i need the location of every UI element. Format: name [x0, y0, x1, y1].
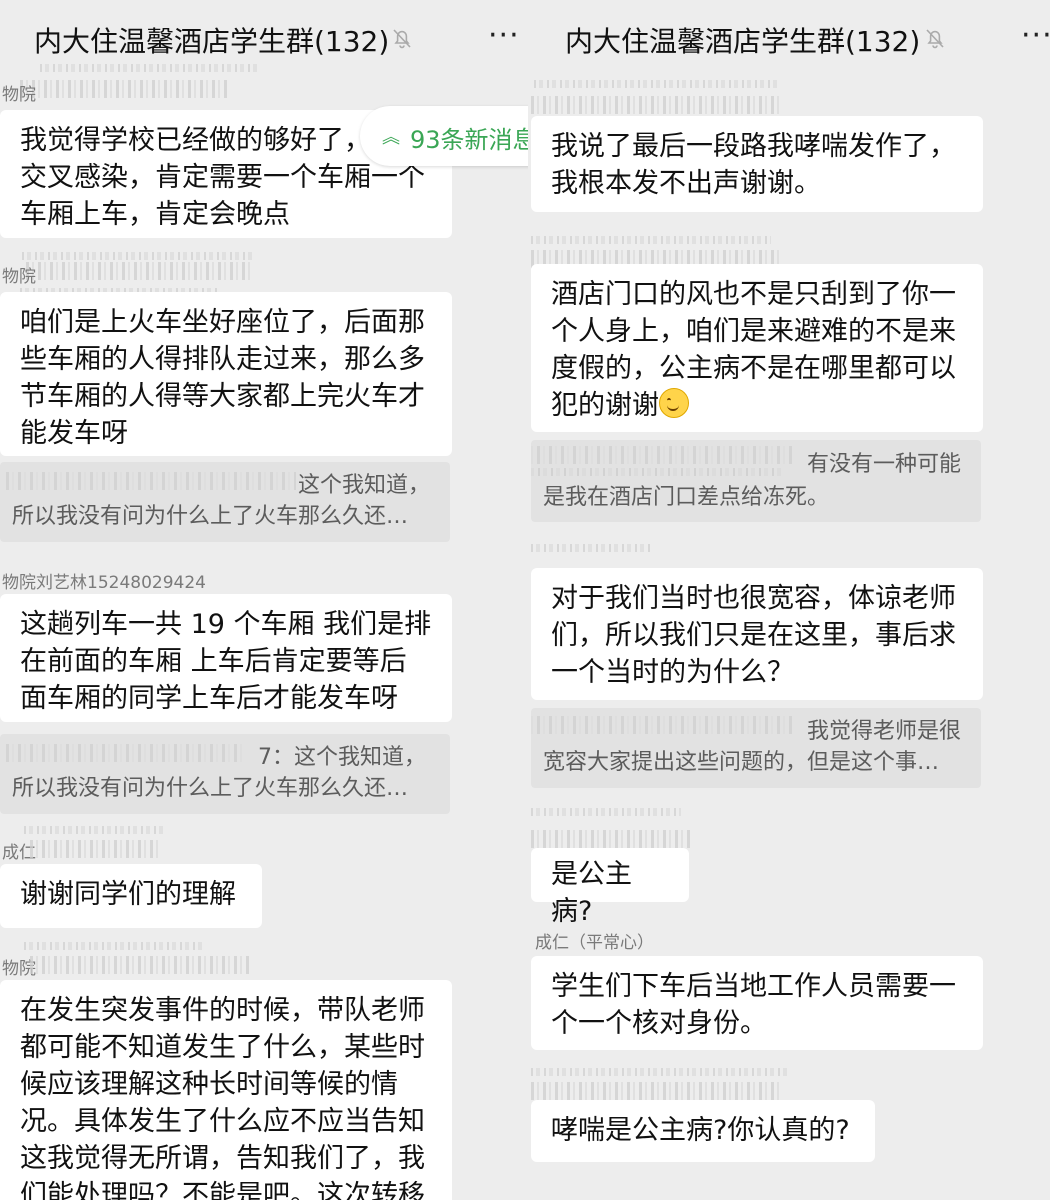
chat-header: 内大住温馨酒店学生群(132) ···	[531, 0, 1050, 72]
message-bubble[interactable]: 学生们下车后当地工作人员需要一个一个核对身份。	[531, 956, 983, 1050]
more-dots-icon[interactable]: ···	[488, 18, 520, 53]
chat-title: 内大住温馨酒店学生群(132)	[34, 25, 390, 58]
message-bubble[interactable]: 哮喘是公主病?你认真的?	[531, 1100, 875, 1162]
message-sender: 物院	[2, 267, 36, 287]
quoted-message[interactable]: 7：这个我知道，所以我没有问为什么上了火车那么久还…	[0, 734, 450, 814]
chat-panel-right: 内大住温馨酒店学生群(132) ··· 我说了最后一段路我哮喘发作了，我根本发不…	[531, 0, 1050, 1200]
message-bubble[interactable]: 这趟列车一共 19 个车厢 我们是排在前面的车厢 上车后肯定要等后面车厢的同学上…	[0, 594, 452, 722]
quote-text: 7：这个我知道，所以我没有问为什么上了火车那么久还…	[12, 745, 426, 801]
message-bubble[interactable]: 是公主病?	[531, 848, 689, 927]
message-text: 酒店门口的风也不是只刮到了你一个人身上，咱们是来避难的不是来度假的，公主病不是在…	[551, 279, 956, 421]
quoted-message[interactable]: 我觉得老师是很宽容大家提出这些问题的，但是这个事…	[531, 708, 981, 788]
chat-panel-left: 内大住温馨酒店学生群(132) ··· 物院 我觉得学校已经做的够好了，避免交叉…	[0, 0, 528, 1200]
message-bubble[interactable]: 咱们是上火车坐好座位了，后面那些车厢的人得排队走过来，那么多节车厢的人得等大家都…	[0, 292, 452, 456]
message-bubble[interactable]: 我说了最后一段路我哮喘发作了，我根本发不出声谢谢。	[531, 116, 983, 212]
quoted-message[interactable]: 这个我知道，所以我没有问为什么上了火车那么久还…	[0, 462, 450, 542]
message-bubble[interactable]: 在发生突发事件的时候，带队老师都可能不知道发生了什么，某些时候应该理解这种长时间…	[0, 980, 452, 1200]
message-bubble[interactable]: 谢谢同学们的理解	[0, 864, 262, 928]
bell-off-icon[interactable]	[923, 26, 947, 50]
new-messages-label: 93条新消息	[410, 126, 528, 154]
smile-emoji-icon	[659, 388, 689, 418]
quote-text: 这个我知道，所以我没有问为什么上了火车那么久还…	[12, 473, 431, 529]
message-sender: 物院	[2, 85, 36, 105]
new-messages-button[interactable]: ︽ 93条新消息	[360, 106, 528, 166]
quoted-message[interactable]: 有没有一种可能是我在酒店门口差点给冻死。	[531, 440, 981, 522]
message-bubble[interactable]: 对于我们当时也很宽容，体谅老师们，所以我们只是在这里，事后求一个当时的为什么？	[531, 568, 983, 700]
chat-title: 内大住温馨酒店学生群(132)	[565, 25, 921, 58]
bell-off-icon[interactable]	[390, 26, 414, 50]
chat-header: 内大住温馨酒店学生群(132) ···	[0, 0, 528, 72]
quote-text: 有没有一种可能是我在酒店门口差点给冻死。	[543, 452, 962, 510]
more-dots-icon[interactable]: ···	[1021, 18, 1050, 53]
message-sender: 成仁（平常心）	[535, 933, 654, 953]
message-sender: 物院刘艺林15248029424	[2, 573, 206, 593]
message-bubble[interactable]: 酒店门口的风也不是只刮到了你一个人身上，咱们是来避难的不是来度假的，公主病不是在…	[531, 264, 983, 432]
double-chevron-up-icon: ︽	[382, 127, 400, 148]
quote-text: 我觉得老师是很宽容大家提出这些问题的，但是这个事…	[543, 719, 962, 775]
